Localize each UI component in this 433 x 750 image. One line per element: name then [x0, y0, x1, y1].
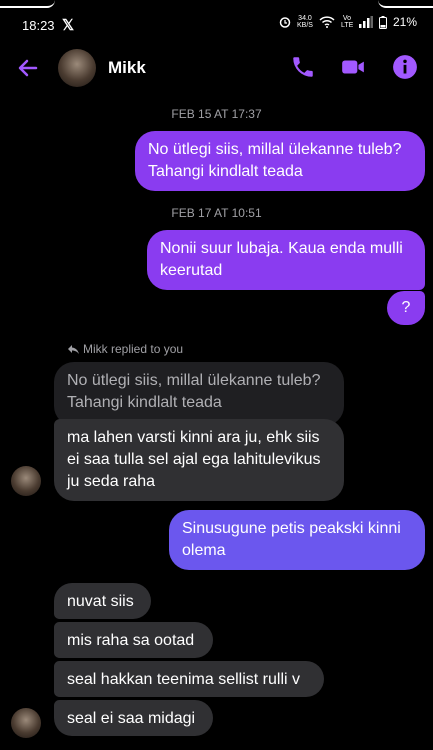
- incoming-message[interactable]: mis raha sa ootad: [54, 622, 213, 658]
- status-time: 18:23: [22, 18, 55, 33]
- chat-header: Mikk: [0, 44, 433, 92]
- screen-corner: [0, 0, 55, 8]
- screen-corner: [378, 0, 433, 8]
- net-speed-unit: KB/S: [297, 22, 313, 29]
- incoming-message[interactable]: nuvat siis: [54, 583, 151, 619]
- contact-name[interactable]: Mikk: [108, 58, 146, 78]
- avatar[interactable]: [58, 49, 96, 87]
- timestamp: FEB 17 AT 10:51: [171, 206, 262, 220]
- avatar[interactable]: [11, 466, 41, 496]
- info-icon[interactable]: [392, 54, 418, 80]
- outgoing-message[interactable]: ?: [387, 291, 425, 325]
- incoming-message[interactable]: seal hakkan teenima sellist rulli v: [54, 661, 324, 697]
- reply-indicator: Mikk replied to you: [68, 342, 183, 356]
- status-indicators: 34.0 KB/S Vo LTE 21%: [279, 15, 417, 29]
- avatar[interactable]: [11, 708, 41, 738]
- phone-icon[interactable]: [290, 54, 316, 80]
- wifi-icon: [319, 16, 335, 28]
- net-speed-value: 34.0: [298, 15, 312, 22]
- signal-icon: [358, 16, 373, 28]
- reply-label-text: Mikk replied to you: [83, 342, 184, 356]
- signal-label: Vo LTE: [340, 15, 354, 29]
- battery-icon: [378, 15, 387, 29]
- quoted-message[interactable]: No ütlegi siis, millal ülekanne tuleb? T…: [54, 362, 344, 426]
- incoming-message[interactable]: seal ei saa midagi: [54, 700, 213, 736]
- video-camera-icon[interactable]: [340, 54, 366, 80]
- outgoing-message[interactable]: Sinusugune petis peakski kinni olema: [169, 510, 425, 570]
- x-app-icon: 𝕏: [62, 17, 75, 34]
- reply-arrow-icon: [68, 344, 79, 354]
- back-arrow-icon[interactable]: [16, 56, 40, 80]
- outgoing-message[interactable]: No ütlegi siis, millal ülekanne tuleb? T…: [135, 131, 425, 191]
- status-bar: 18:23 𝕏 34.0 KB/S Vo LTE 21%: [0, 0, 433, 44]
- alarm-icon: [279, 17, 291, 28]
- outgoing-message[interactable]: Nonii suur lubaja. Kaua enda mulli keeru…: [147, 230, 425, 290]
- incoming-message[interactable]: ma lahen varsti kinni ara ju, ehk siis e…: [54, 419, 344, 501]
- battery-level: 21%: [392, 15, 417, 29]
- net-speed: 34.0 KB/S: [297, 15, 313, 29]
- timestamp: FEB 15 AT 17:37: [171, 107, 262, 121]
